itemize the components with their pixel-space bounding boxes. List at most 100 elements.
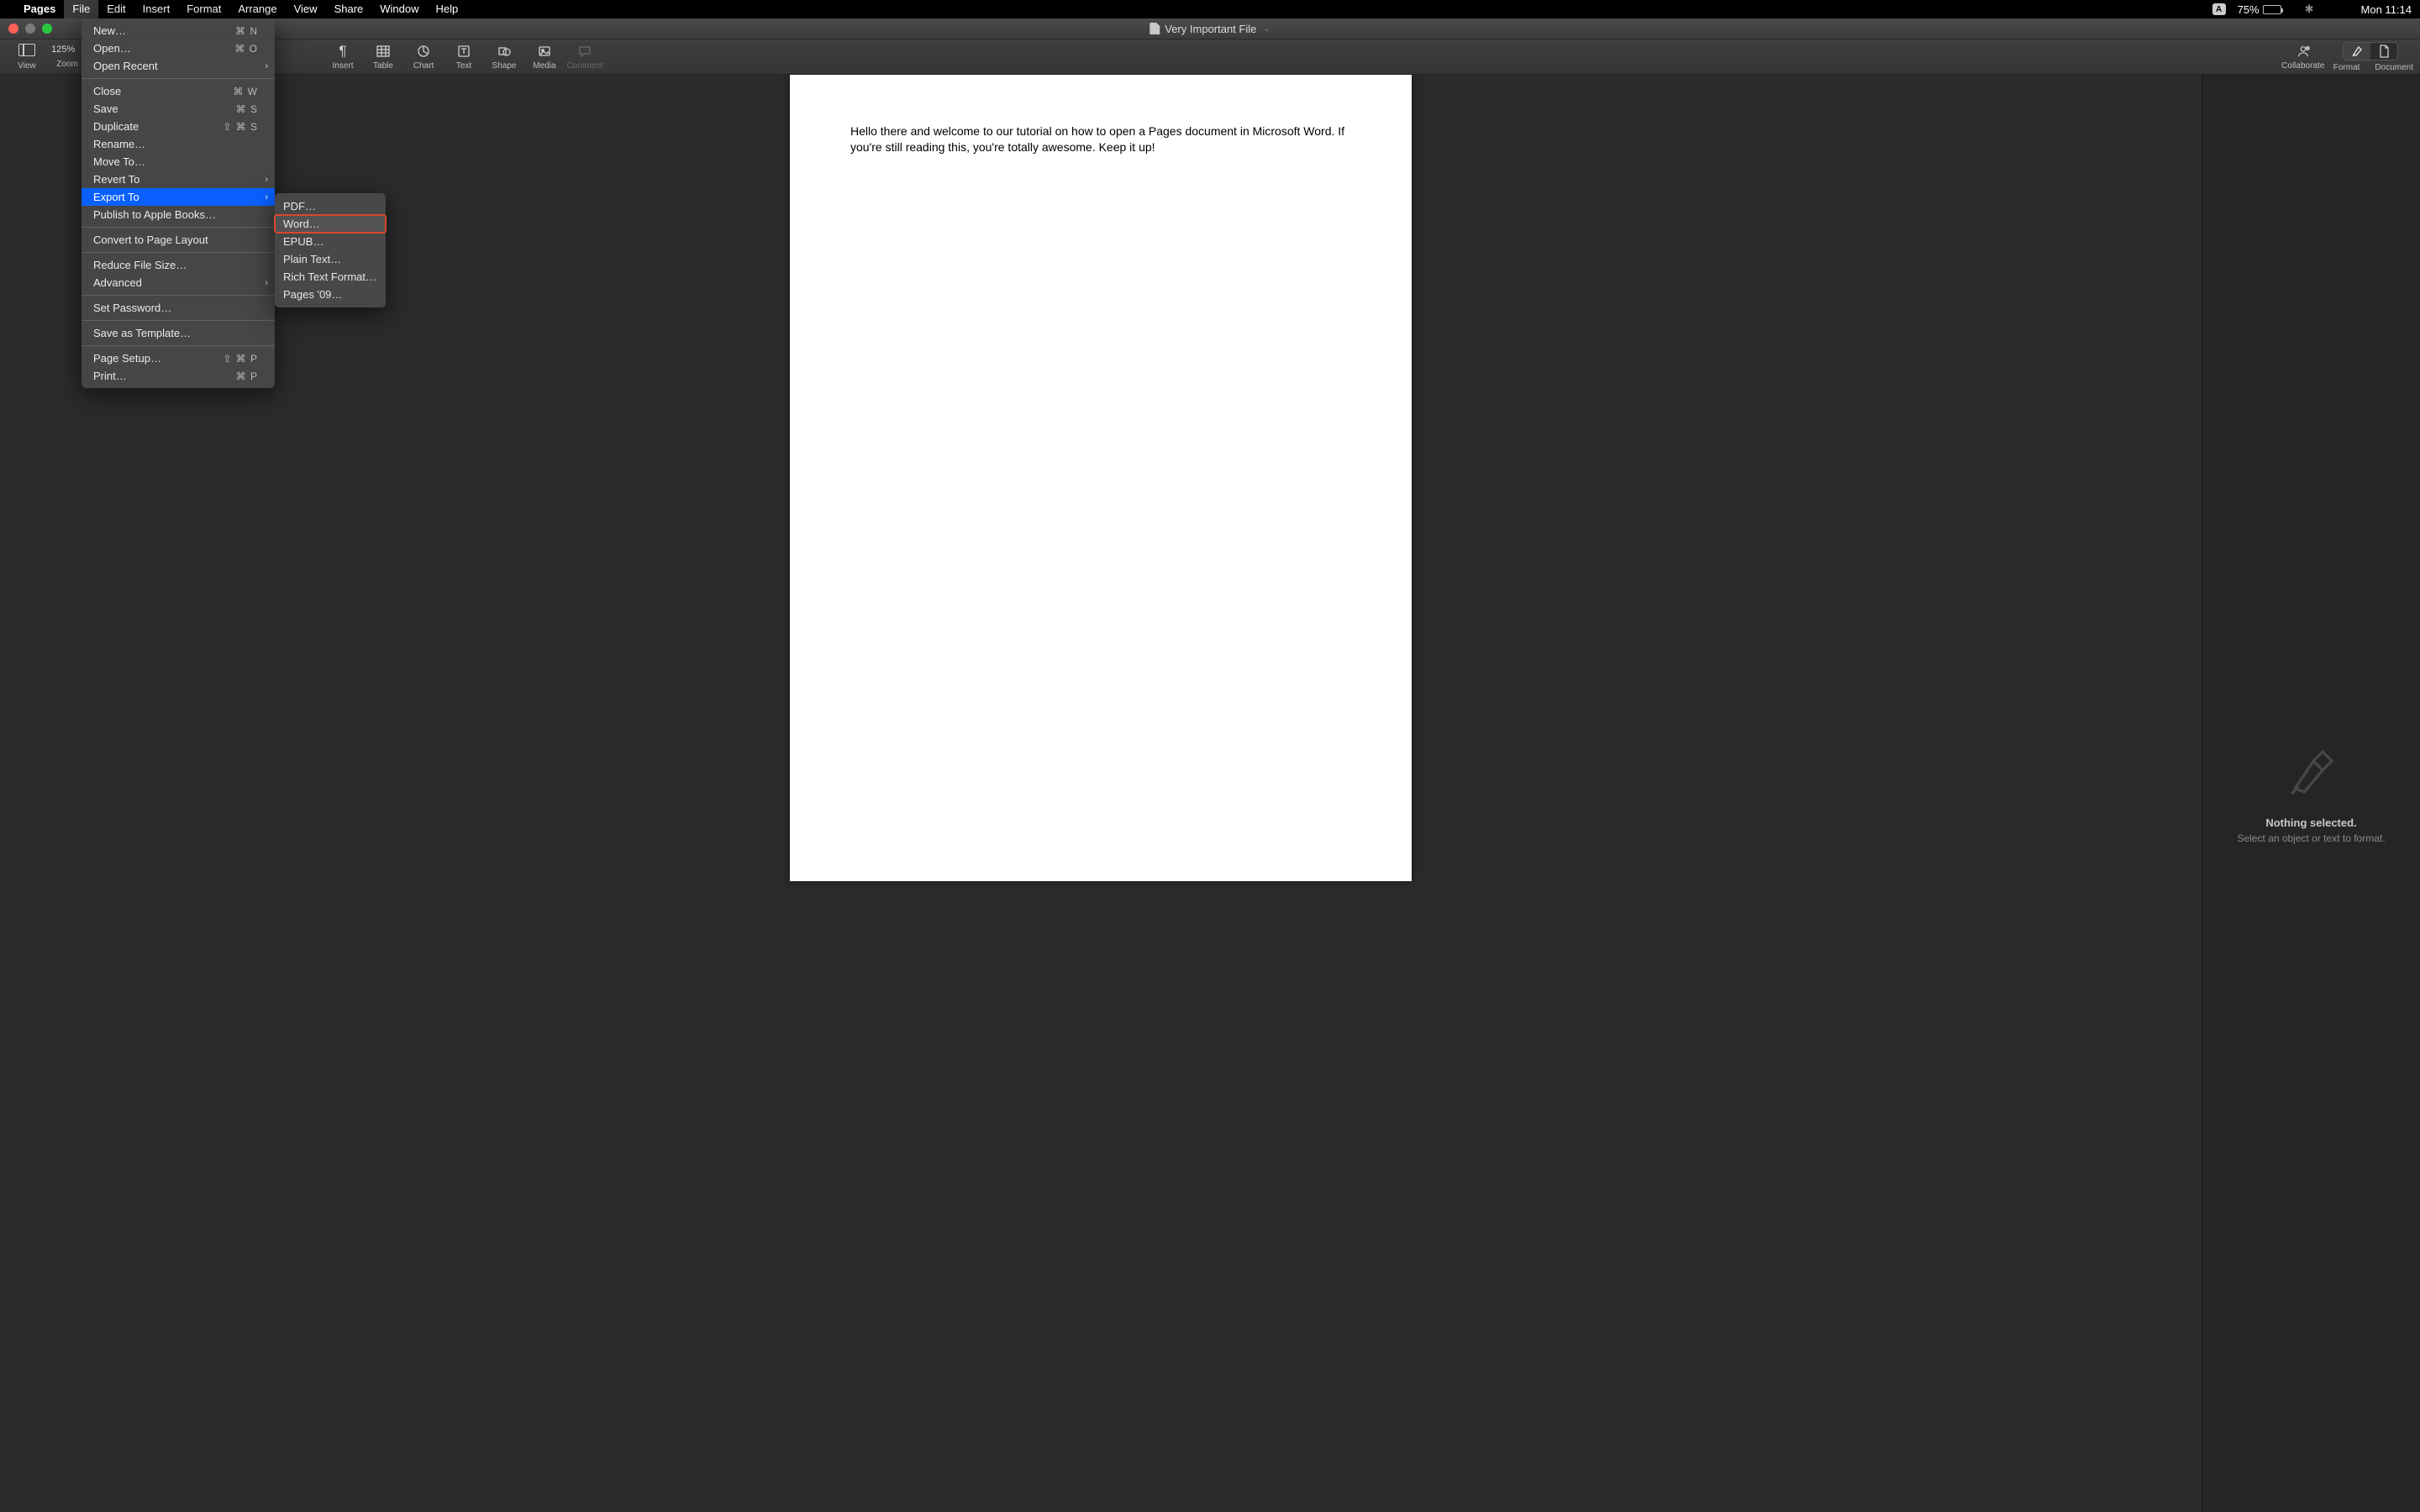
table-icon — [376, 44, 390, 59]
toolbar-shape[interactable]: Shape — [484, 44, 524, 71]
file-menu-item[interactable]: Open Recent › — [82, 57, 275, 75]
toolbar-media[interactable]: Media — [524, 44, 565, 71]
menu-help[interactable]: Help — [428, 0, 467, 18]
menu-item-label: Publish to Apple Books… — [93, 208, 216, 221]
window-titlebar: Very Important File ⌄ — [0, 18, 2420, 39]
export-submenu-item[interactable]: Rich Text Format… — [275, 268, 386, 286]
chevron-right-icon: › — [265, 61, 268, 71]
toolbar-insert[interactable]: Insert — [323, 44, 363, 71]
file-menu-item[interactable]: Rename… — [82, 135, 275, 153]
format-inspector: Nothing selected. Select an object or te… — [2202, 75, 2420, 1512]
export-submenu-item[interactable]: Pages '09… — [275, 286, 386, 303]
media-icon — [538, 44, 551, 59]
toolbar-format-button[interactable] — [2344, 43, 2370, 60]
file-menu-item[interactable]: Save as Template… — [82, 324, 275, 342]
menu-item-label: Open… — [93, 42, 131, 55]
toolbar-view-label: View — [18, 61, 36, 71]
input-source-badge[interactable]: A — [2212, 3, 2226, 15]
menu-item-label: Rename… — [93, 138, 145, 150]
menu-format[interactable]: Format — [178, 0, 229, 18]
menu-item-label: Open Recent — [93, 60, 158, 72]
menubar-clock[interactable]: Mon 11:14 — [2361, 3, 2412, 16]
app-menu[interactable]: Pages — [15, 0, 64, 18]
toolbar-collaborate-label: Collaborate — [2281, 61, 2324, 71]
file-menu-item[interactable]: Close⌘ W — [82, 82, 275, 100]
toolbar-shape-label: Shape — [492, 61, 517, 71]
menu-item-shortcut: ⌘ S — [236, 103, 258, 115]
window-close-button[interactable] — [8, 24, 18, 34]
menu-item-label: Export To — [93, 191, 139, 203]
menu-arrange[interactable]: Arrange — [229, 0, 285, 18]
document-title[interactable]: Very Important File ⌄ — [1150, 23, 1270, 35]
file-menu-item[interactable]: Publish to Apple Books… — [82, 206, 275, 223]
toolbar-chart-label: Chart — [413, 61, 434, 71]
menu-item-label: Close — [93, 85, 121, 97]
chevron-right-icon: › — [265, 278, 268, 288]
menu-item-label: Move To… — [93, 155, 145, 168]
toolbar-text[interactable]: Text — [444, 44, 484, 71]
toolbar-zoom-label: Zoom — [56, 60, 78, 69]
toolbar-chart[interactable]: Chart — [403, 44, 444, 71]
menu-item-shortcut: ⇧ ⌘ P — [223, 353, 258, 365]
file-menu-item[interactable]: Advanced› — [82, 274, 275, 291]
toolbar-comment: Comment — [565, 44, 605, 71]
toolbar-collaborate[interactable]: Collaborate — [2273, 44, 2333, 71]
file-menu-item[interactable]: Duplicate⇧ ⌘ S — [82, 118, 275, 135]
file-menu-item[interactable]: Set Password… — [82, 299, 275, 317]
toolbar-view[interactable]: View — [7, 44, 47, 71]
toolbar-table-label: Table — [373, 61, 393, 71]
menu-view[interactable]: View — [286, 0, 326, 18]
battery-status[interactable]: 75% — [2238, 3, 2281, 16]
toolbar-document-button[interactable] — [2370, 43, 2397, 60]
menu-item-label: Page Setup… — [93, 352, 161, 365]
file-menu-item[interactable]: Open… ⌘ O — [82, 39, 275, 57]
menu-file[interactable]: File — [64, 0, 98, 18]
file-menu-item[interactable]: Print… ⌘ P — [82, 367, 275, 385]
toolbar-comment-label: Comment — [566, 61, 602, 71]
file-menu-item[interactable]: Export To› — [82, 188, 275, 206]
menu-insert[interactable]: Insert — [134, 0, 179, 18]
menu-edit[interactable]: Edit — [98, 0, 134, 18]
do-not-disturb-icon[interactable]: ✱ — [2305, 3, 2314, 16]
export-submenu-item[interactable]: EPUB… — [275, 233, 386, 250]
file-menu-item[interactable]: Move To… — [82, 153, 275, 171]
file-menu-item[interactable]: Reduce File Size… — [82, 256, 275, 274]
menu-window[interactable]: Window — [371, 0, 427, 18]
menu-item-shortcut: ⌘ N — [235, 25, 258, 37]
battery-icon — [2263, 5, 2281, 14]
toolbar-document-label: Document — [2375, 63, 2413, 72]
export-submenu-item[interactable]: PDF… — [275, 197, 386, 215]
chevron-down-icon: ⌄ — [1263, 24, 1270, 34]
menu-share[interactable]: Share — [326, 0, 372, 18]
shape-icon — [497, 44, 511, 59]
file-menu-item[interactable]: Convert to Page Layout — [82, 231, 275, 249]
file-menu-item[interactable]: Save⌘ S — [82, 100, 275, 118]
file-menu-item[interactable]: Page Setup… ⇧ ⌘ P — [82, 349, 275, 367]
pilcrow-icon — [339, 44, 346, 59]
comment-icon — [578, 44, 592, 59]
menu-item-shortcut: ⌘ O — [234, 43, 258, 55]
toolbar-format-label: Format — [2333, 63, 2360, 72]
menu-item-label: Revert To — [93, 173, 139, 186]
document-title-text: Very Important File — [1165, 23, 1256, 35]
file-menu-item[interactable]: Revert To › — [82, 171, 275, 188]
chevron-right-icon: › — [265, 175, 268, 185]
file-menu-item[interactable]: New…⌘ N — [82, 22, 275, 39]
toolbar: View 125% ⌄ Zoom Insert Table Chart Text… — [0, 39, 2420, 75]
brush-placeholder-icon — [2282, 743, 2341, 801]
export-to-submenu: PDF…Word…EPUB…Plain Text…Rich Text Forma… — [275, 193, 386, 307]
text-icon — [457, 44, 471, 59]
document-page[interactable]: Hello there and welcome to our tutorial … — [790, 75, 1412, 881]
menu-item-label: Set Password… — [93, 302, 171, 314]
zoom-value: 125% — [48, 45, 78, 55]
menu-item-label: Save as Template… — [93, 327, 191, 339]
menu-item-shortcut: ⇧ ⌘ S — [223, 121, 258, 133]
export-submenu-item[interactable]: Word… — [275, 215, 386, 233]
toolbar-table[interactable]: Table — [363, 44, 403, 71]
window-minimize-button[interactable] — [25, 24, 35, 34]
document-body-text[interactable]: Hello there and welcome to our tutorial … — [850, 123, 1351, 155]
export-submenu-item[interactable]: Plain Text… — [275, 250, 386, 268]
window-zoom-button[interactable] — [42, 24, 52, 34]
menu-item-label: Print… — [93, 370, 127, 382]
menu-item-shortcut: ⌘ P — [236, 370, 258, 382]
